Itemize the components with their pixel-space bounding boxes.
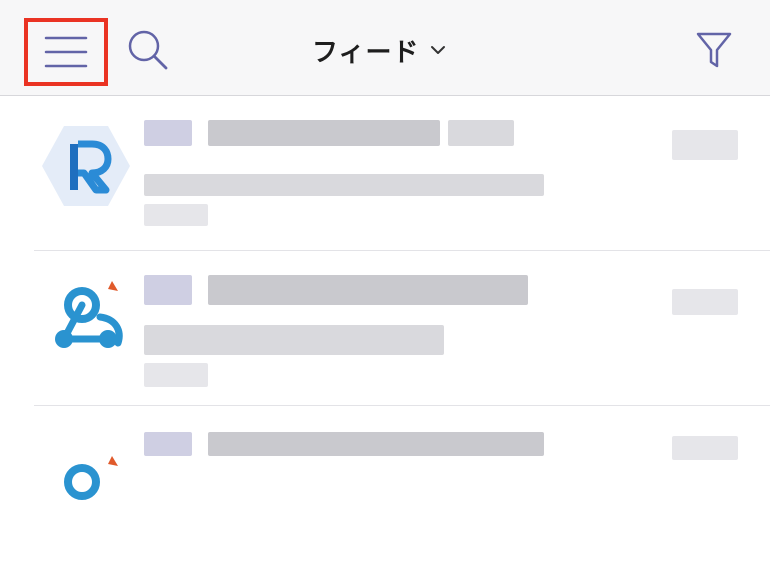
hamburger-menu-icon: [44, 36, 88, 68]
sender-thumbnail: [144, 432, 192, 456]
timestamp: [672, 289, 738, 315]
feed-item[interactable]: [0, 251, 770, 406]
page-title: フィード: [312, 37, 420, 68]
app-logo-r-icon: [38, 118, 134, 214]
message-preview: [144, 325, 444, 355]
search-button[interactable]: [124, 28, 172, 72]
search-icon: [128, 30, 168, 70]
sender-name: [208, 275, 528, 305]
chevron-down-icon: [431, 46, 446, 54]
filter-button[interactable]: [694, 28, 734, 72]
webhook-icon: [38, 428, 134, 524]
feed-title-dropdown[interactable]: フィード: [312, 30, 447, 70]
message-preview: [144, 174, 544, 196]
app-header: フィード: [0, 0, 770, 96]
sender-thumbnail: [144, 120, 192, 146]
feed-item[interactable]: [0, 406, 770, 561]
menu-button[interactable]: [24, 18, 108, 86]
sender-meta: [448, 120, 514, 146]
feed-item[interactable]: [0, 96, 770, 251]
sender-thumbnail: [144, 275, 192, 305]
filter-icon: [696, 32, 732, 68]
timestamp: [672, 436, 738, 460]
webhook-icon: [38, 273, 134, 369]
message-preview-line2: [144, 204, 208, 226]
sender-name: [208, 432, 544, 456]
timestamp: [672, 130, 738, 160]
message-preview-line2: [144, 363, 208, 387]
sender-name: [208, 120, 440, 146]
